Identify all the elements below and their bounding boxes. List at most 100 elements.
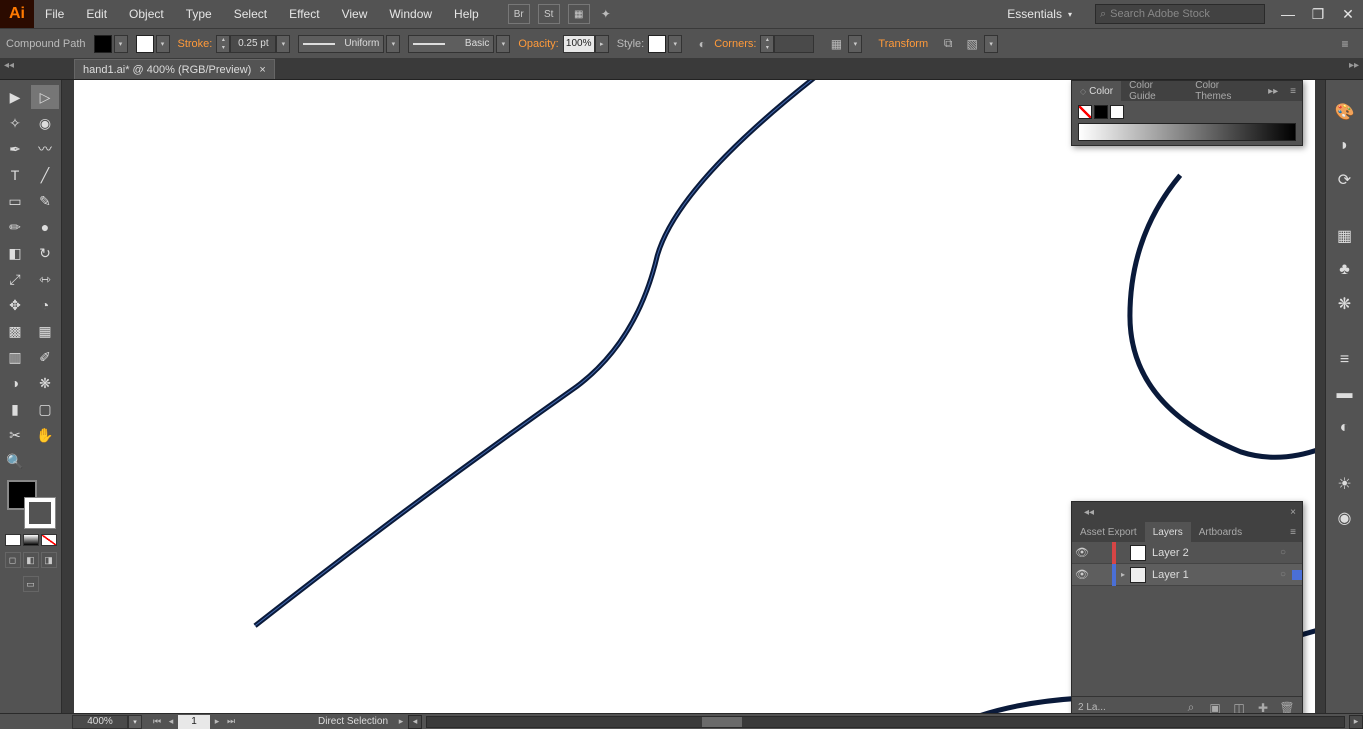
horizontal-scrollbar[interactable]	[426, 716, 1345, 728]
lasso-tool[interactable]: ◉	[31, 111, 59, 135]
expand-layer-icon[interactable]: ▸	[1116, 570, 1130, 579]
menu-object[interactable]: Object	[118, 0, 175, 28]
line-tool[interactable]: ╱	[31, 163, 59, 187]
new-layer-icon[interactable]: ✚	[1254, 701, 1272, 714]
controlbar-menu-icon[interactable]: ≡	[1335, 34, 1355, 54]
symbols-panel-icon[interactable]: ❋	[1333, 292, 1357, 316]
scroll-left-icon[interactable]: ◂	[408, 715, 422, 729]
window-minimize-button[interactable]: —	[1273, 4, 1303, 24]
none-mode-icon[interactable]	[41, 534, 57, 546]
stroke-swatch[interactable]	[136, 35, 154, 53]
perspective-tool[interactable]: ▩	[1, 319, 29, 343]
curvature-tool[interactable]: 〰	[31, 137, 59, 161]
search-stock-input[interactable]: ⌕ Search Adobe Stock	[1095, 4, 1265, 24]
screen-mode-icon[interactable]: ▭	[23, 576, 39, 592]
draw-behind-icon[interactable]: ◧	[23, 552, 39, 568]
style-dropdown[interactable]: ▾	[668, 35, 682, 53]
panel-menu-icon[interactable]: ≡	[1284, 86, 1302, 97]
tab-color[interactable]: ◇Color	[1072, 81, 1121, 101]
gpu-icon[interactable]: ✦	[596, 4, 616, 24]
panel-collapse-left-icon[interactable]: ◂◂	[1078, 507, 1100, 518]
direct-selection-tool[interactable]: ▷	[31, 85, 59, 109]
draw-normal-icon[interactable]: ◻	[5, 552, 21, 568]
fill-dropdown[interactable]: ▾	[114, 35, 128, 53]
stroke-label[interactable]: Stroke:	[178, 38, 213, 50]
panel-collapse-icon[interactable]: ▸▸	[1262, 86, 1284, 97]
menu-edit[interactable]: Edit	[75, 0, 118, 28]
opacity-label[interactable]: Opacity:	[518, 38, 558, 50]
recolor-artwork-icon[interactable]: ◐	[692, 34, 712, 54]
tab-color-guide[interactable]: Color Guide	[1121, 81, 1187, 101]
shape-builder-tool[interactable]: ◔	[31, 293, 59, 317]
black-swatch-icon[interactable]	[1094, 105, 1108, 119]
selection-tool[interactable]: ▶	[1, 85, 29, 109]
gradient-tool[interactable]: ▥	[1, 345, 29, 369]
tab-artboards[interactable]: Artboards	[1191, 522, 1250, 542]
layer-row[interactable]: 👁 Layer 2 ○	[1072, 542, 1302, 564]
close-tab-icon[interactable]: ×	[259, 64, 265, 76]
menu-window[interactable]: Window	[378, 0, 443, 28]
panel-close-icon[interactable]: ×	[1284, 507, 1302, 518]
fill-swatch[interactable]	[94, 35, 112, 53]
make-clipping-mask-icon[interactable]: ▣	[1206, 701, 1224, 714]
swatches-panel-icon[interactable]: ▦	[1333, 224, 1357, 248]
vertical-scrollbar[interactable]	[1315, 80, 1325, 713]
stock-icon[interactable]: St	[538, 4, 560, 24]
edit-clip-icon[interactable]: ▧	[962, 34, 982, 54]
width-tool[interactable]: ⇿	[31, 267, 59, 291]
type-tool[interactable]: T	[1, 163, 29, 187]
collapse-right-dock-icon[interactable]: ▸▸	[1349, 60, 1359, 71]
locate-object-icon[interactable]: ⌕	[1182, 700, 1200, 713]
corners-input[interactable]	[774, 35, 814, 53]
opacity-dropdown[interactable]: ▸	[595, 35, 609, 53]
graphic-style-swatch[interactable]	[648, 35, 666, 53]
menu-file[interactable]: File	[34, 0, 75, 28]
mesh-tool[interactable]: ▦	[31, 319, 59, 343]
stroke-panel-icon[interactable]: ≡	[1333, 348, 1357, 372]
align-dropdown[interactable]: ▾	[848, 35, 862, 53]
isolate-icon[interactable]: ⧉	[938, 34, 958, 54]
prev-artboard-icon[interactable]: ◂	[164, 715, 178, 729]
bridge-icon[interactable]: Br	[508, 4, 530, 24]
delete-layer-icon[interactable]: 🗑	[1278, 701, 1296, 714]
cc-libraries-panel-icon[interactable]: ◉	[1333, 506, 1357, 530]
corners-label[interactable]: Corners:	[714, 38, 756, 50]
layer-name[interactable]: Layer 2	[1152, 547, 1274, 559]
stroke-weight-stepper[interactable]: ▴▾	[216, 35, 230, 53]
window-close-button[interactable]: ✕	[1333, 4, 1363, 24]
new-sublayer-icon[interactable]: ◫	[1230, 701, 1248, 714]
magic-wand-tool[interactable]: ✧	[1, 111, 29, 135]
eraser-tool[interactable]: ◧	[1, 241, 29, 265]
white-swatch-icon[interactable]	[1110, 105, 1124, 119]
layer-name[interactable]: Layer 1	[1152, 569, 1274, 581]
column-graph-tool[interactable]: ▮	[1, 397, 29, 421]
arrange-docs-icon[interactable]: ▦	[568, 4, 590, 24]
scale-tool[interactable]: ⤢	[1, 267, 29, 291]
opacity-input[interactable]: 100%	[563, 35, 595, 53]
fill-stroke-indicator[interactable]	[7, 480, 55, 528]
stroke-weight-dropdown[interactable]: ▾	[276, 35, 290, 53]
menu-select[interactable]: Select	[223, 0, 278, 28]
visibility-toggle-icon[interactable]: 👁	[1072, 546, 1092, 559]
tab-layers[interactable]: Layers	[1145, 522, 1191, 542]
stroke-weight-input[interactable]: 0.25 pt	[230, 35, 276, 53]
menu-type[interactable]: Type	[175, 0, 223, 28]
color-mode-icon[interactable]	[5, 534, 21, 546]
stroke-color-icon[interactable]	[25, 498, 55, 528]
blend-tool[interactable]: ◑	[1, 371, 29, 395]
layer-row[interactable]: 👁 ▸ Layer 1 ○	[1072, 564, 1302, 586]
scroll-right-icon[interactable]: ▸	[1349, 715, 1363, 729]
pencil-tool[interactable]: ✏	[1, 215, 29, 239]
paintbrush-tool[interactable]: ✎	[31, 189, 59, 213]
menu-effect[interactable]: Effect	[278, 0, 330, 28]
color-themes-panel-icon[interactable]: ☀	[1333, 472, 1357, 496]
target-icon[interactable]: ○	[1274, 569, 1292, 580]
align-icon[interactable]: ▦	[826, 34, 846, 54]
artboard-tool[interactable]: ▢	[31, 397, 59, 421]
edit-clip-dropdown[interactable]: ▾	[984, 35, 998, 53]
menu-help[interactable]: Help	[443, 0, 490, 28]
last-artboard-icon[interactable]: ⏭	[224, 715, 238, 729]
free-transform-tool[interactable]: ✥	[1, 293, 29, 317]
zoom-level-input[interactable]: 400%	[72, 715, 128, 729]
window-restore-button[interactable]: ❐	[1303, 4, 1333, 24]
